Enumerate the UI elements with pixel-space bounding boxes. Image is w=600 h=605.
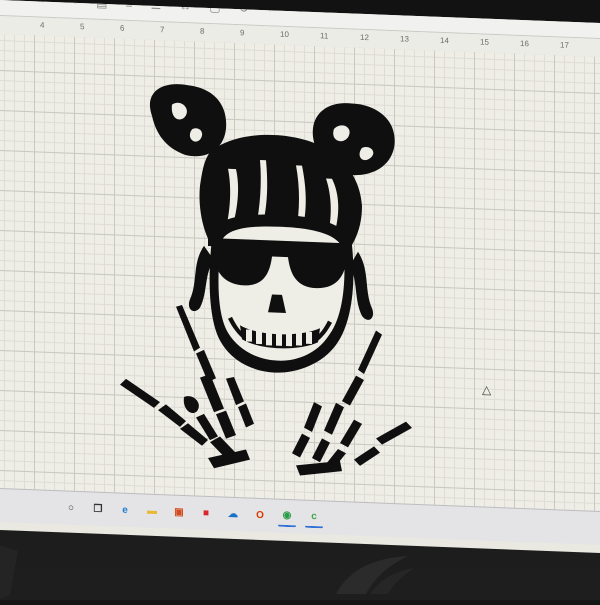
ruler-number: 7: [160, 25, 165, 35]
position-tool-button[interactable]: ⌖: [267, 1, 274, 16]
undo-tool-button[interactable]: ↶: [40, 0, 50, 7]
store-icon[interactable]: ▣: [170, 503, 188, 522]
left-hair-bun: [150, 84, 227, 157]
ruler-number: 12: [360, 32, 369, 43]
distribute-tool-button[interactable]: ☰: [150, 0, 161, 12]
ruler-number: 10: [280, 29, 289, 40]
rotate-tool-button[interactable]: ↻: [239, 1, 249, 15]
ruler-number: 6: [120, 23, 125, 33]
flip-icon: ↔: [179, 0, 192, 13]
ruler-number: 17: [560, 40, 569, 50]
design-image[interactable]: [100, 74, 430, 497]
screen: ↶ ↷ ▤ ≡ ☰ ↔ ▢ ↻ ⌖ 4 5 6 7 8 9 10 11 12 13 14 15 16 17: [0, 0, 600, 554]
distribute-icon: ☰: [150, 0, 162, 12]
size-tool-button[interactable]: ▢: [209, 0, 220, 14]
align-icon: ≡: [125, 0, 133, 11]
ruler-number: 14: [440, 35, 449, 46]
rog-logo: [336, 556, 414, 594]
undo-icon: ↶: [40, 0, 51, 8]
redo-icon: ↷: [68, 0, 79, 9]
redo-tool-button[interactable]: ↷: [68, 0, 78, 9]
right-hair-strand: [350, 251, 373, 320]
edge-browser-icon[interactable]: e: [116, 501, 134, 520]
mouse-cursor-icon: △: [482, 382, 492, 397]
position-icon: ⌖: [266, 1, 274, 16]
chrome-icon[interactable]: ◉: [278, 506, 296, 527]
file-explorer-icon[interactable]: ▬: [143, 502, 161, 521]
bezel-corner: [0, 545, 18, 599]
onedrive-icon[interactable]: ☁: [224, 505, 242, 524]
ruler-number: 8: [200, 26, 205, 36]
arrange-tool-button[interactable]: ▤: [96, 0, 107, 10]
arrange-icon: ▤: [96, 0, 108, 10]
gift-app-icon[interactable]: ■: [197, 504, 215, 523]
align-tool-button[interactable]: ≡: [125, 0, 132, 11]
ruler-number: 15: [480, 37, 489, 47]
monitor: ↶ ↷ ▤ ≡ ☰ ↔ ▢ ↻ ⌖ 4 5 6 7 8 9 10 11 12 13 14 15 16 17: [0, 0, 600, 600]
search-icon[interactable]: ○: [62, 499, 80, 518]
office-icon[interactable]: O: [251, 506, 269, 525]
flip-tool-button[interactable]: ↔: [179, 0, 191, 13]
canvas-grid[interactable]: △: [0, 34, 600, 518]
ruler-number: 16: [520, 38, 529, 49]
ruler-number: 11: [320, 31, 329, 41]
ruler-number: 4: [40, 20, 45, 30]
task-view-icon[interactable]: ❐: [89, 500, 107, 519]
rotate-icon: ↻: [238, 0, 249, 16]
cricut-design-space-icon[interactable]: c: [305, 507, 323, 528]
skull: [209, 214, 354, 373]
ruler-number: 13: [400, 34, 409, 44]
ruler-number: 9: [240, 28, 245, 38]
ruler-number: 5: [80, 22, 85, 32]
size-icon: ▢: [209, 0, 221, 14]
